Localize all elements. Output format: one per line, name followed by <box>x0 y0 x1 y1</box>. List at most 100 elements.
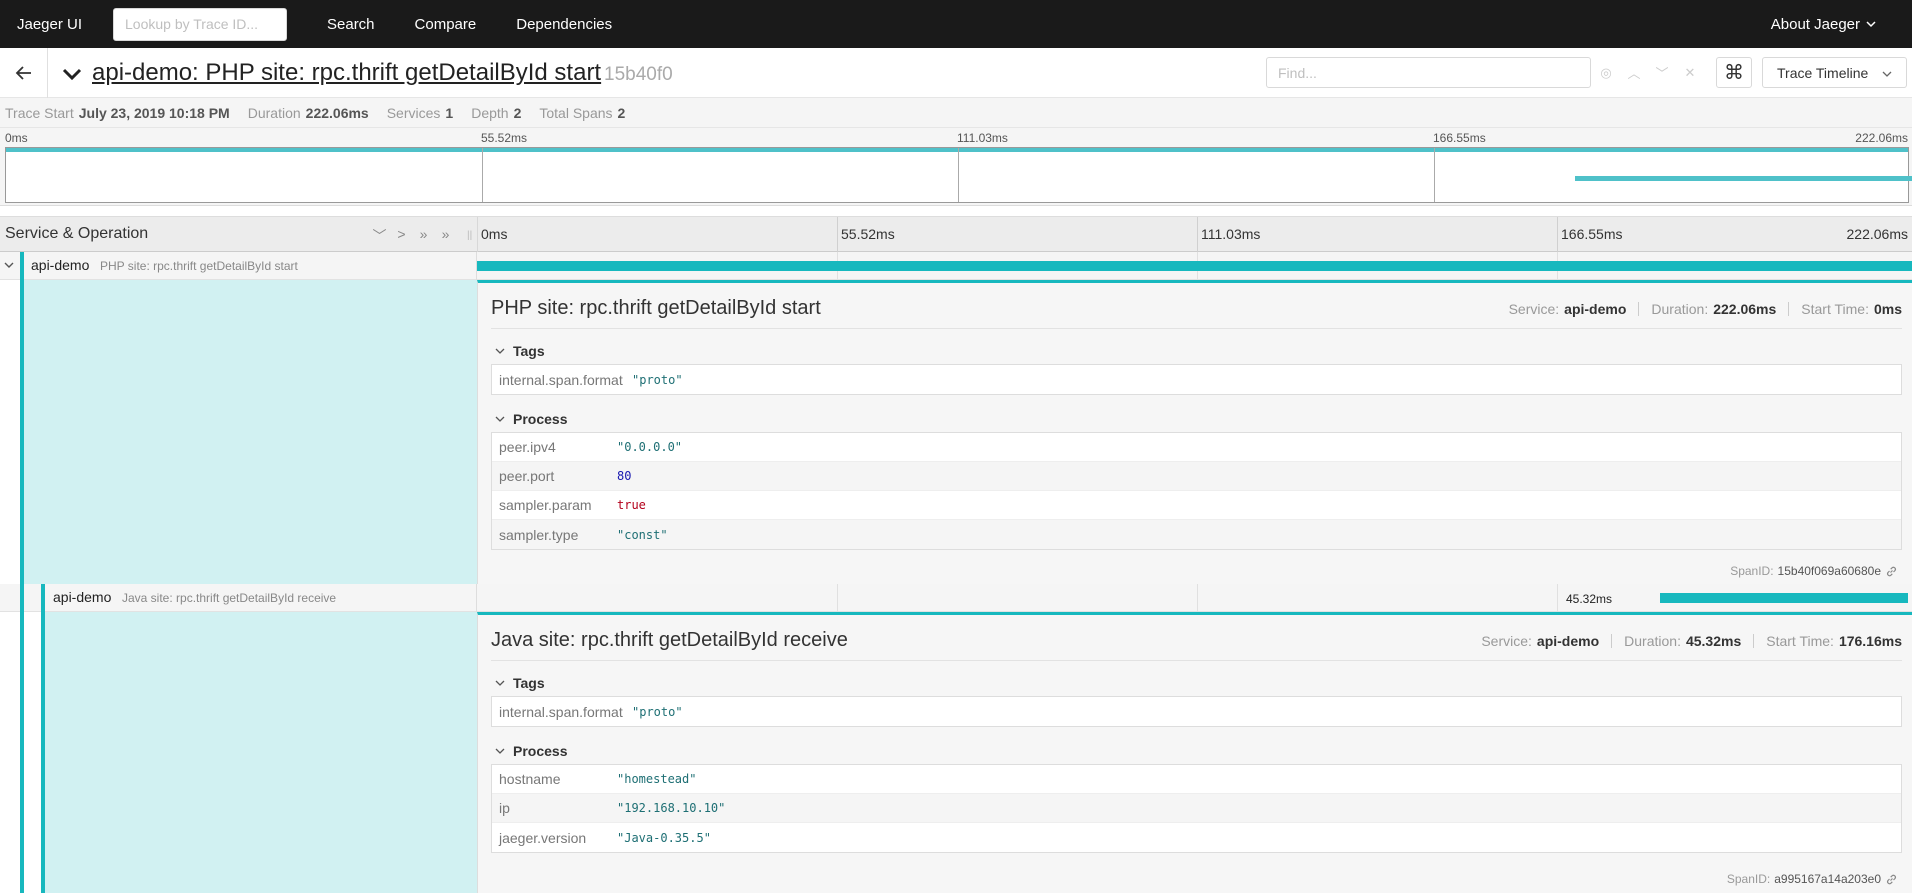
trace-title[interactable]: api-demo: PHP site: rpc.thrift getDetail… <box>92 59 601 87</box>
tags-section-toggle[interactable]: Tags <box>495 343 545 359</box>
span-id-value: a995167a14a203e0 <box>1774 872 1881 886</box>
span-detail-title: PHP site: rpc.thrift getDetailById start <box>491 297 821 319</box>
process-value: 80 <box>617 469 632 483</box>
link-icon[interactable] <box>1885 565 1898 578</box>
divider <box>1611 634 1613 648</box>
minimap-span-bar <box>1574 176 1912 181</box>
total-spans-value: 2 <box>617 104 626 121</box>
collapse-one-icon[interactable]: ﹀ <box>373 226 387 246</box>
span-id: SpanID: 15b40f069a60680e <box>1730 564 1898 578</box>
nav-search-link[interactable]: Search <box>327 16 375 33</box>
span-bar[interactable] <box>477 261 1912 271</box>
find-input[interactable]: Find... <box>1266 57 1591 88</box>
service-label: Service: <box>1481 633 1532 649</box>
process-key: ip <box>499 800 510 816</box>
keyboard-shortcuts-button[interactable]: ⌘ <box>1716 57 1752 88</box>
span-name-column[interactable]: api-demo PHP site: rpc.thrift getDetailB… <box>0 252 477 280</box>
tags-section-toggle[interactable]: Tags <box>495 675 545 691</box>
resize-handle-icon[interactable]: || <box>467 230 472 241</box>
timeline-tick: 0ms <box>481 226 508 242</box>
process-section-toggle[interactable]: Process <box>495 411 567 427</box>
trace-minimap[interactable]: 0ms 55.52ms 111.03ms 166.55ms 222.06ms <box>0 128 1912 206</box>
process-label: Process <box>513 411 568 427</box>
span-depth-accent <box>41 584 45 612</box>
span-row[interactable]: api-demo Java site: rpc.thrift getDetail… <box>0 584 1912 612</box>
chevron-down-icon[interactable] <box>3 259 15 271</box>
span-row[interactable]: api-demo PHP site: rpc.thrift getDetailB… <box>0 252 1912 280</box>
process-key: jaeger.version <box>499 829 587 846</box>
collapse-all-icon[interactable]: » <box>417 226 430 246</box>
duration-label: Duration: <box>1624 633 1681 649</box>
process-section-toggle[interactable]: Process <box>495 743 567 759</box>
span-duration-label: 45.32ms <box>1566 592 1613 606</box>
chevron-down-icon <box>495 348 505 354</box>
row-gridline <box>1197 584 1198 612</box>
process-table: peer.ipv4 "0.0.0.0" peer.port 80 sampler… <box>491 432 1902 550</box>
expand-all-icon[interactable]: » <box>439 226 452 246</box>
tags-label: Tags <box>513 343 545 359</box>
column-divider[interactable] <box>477 217 478 253</box>
chevron-down-icon <box>495 680 505 686</box>
brand-link[interactable]: Jaeger UI <box>17 16 113 33</box>
span-detail-title: Java site: rpc.thrift getDetailById rece… <box>491 629 848 651</box>
chevron-down-icon <box>495 416 505 422</box>
collapse-chevron-icon[interactable] <box>61 63 83 85</box>
minimap-canvas[interactable] <box>5 147 1912 203</box>
span-depth-accent <box>20 612 24 893</box>
row-gridline <box>837 584 838 612</box>
process-row: ip "192.168.10.10" <box>492 794 1901 823</box>
tag-key: internal.span.format <box>499 371 623 388</box>
span-id-value: 15b40f069a60680e <box>1777 564 1881 578</box>
timeline-tick: 111.03ms <box>1201 226 1261 242</box>
about-menu[interactable]: About Jaeger <box>1771 0 1876 48</box>
divider <box>1638 302 1640 316</box>
minimap-tick: 166.55ms <box>1433 131 1486 145</box>
span-detail: PHP site: rpc.thrift getDetailById start… <box>0 280 1912 584</box>
span-bar[interactable] <box>1660 593 1909 603</box>
find-placeholder: Find... <box>1278 64 1317 81</box>
process-row: jaeger.version "Java-0.35.5" <box>492 823 1901 852</box>
service-value: api-demo <box>1536 633 1600 649</box>
trace-id: 15b40f0 <box>604 64 673 85</box>
process-row: hostname "homestead" <box>492 765 1901 794</box>
process-value: "homestead" <box>617 772 697 786</box>
process-value: true <box>617 498 646 512</box>
divider <box>1788 302 1790 316</box>
top-nav: Jaeger UI Lookup by Trace ID... Search C… <box>0 0 1912 48</box>
timeline-tick: 166.55ms <box>1561 226 1623 242</box>
service-operation-header: Service & Operation <box>5 225 149 242</box>
span-service-name: api-demo <box>53 589 112 605</box>
span-detail-panel: PHP site: rpc.thrift getDetailById start… <box>477 280 1912 584</box>
minimap-tick: 222.06ms <box>1855 131 1908 145</box>
duration-label: Duration <box>247 104 301 121</box>
expand-one-icon[interactable]: > <box>395 226 408 246</box>
back-button[interactable] <box>0 48 48 98</box>
nav-compare-link[interactable]: Compare <box>415 16 477 33</box>
duration-value: 222.06ms <box>305 104 369 121</box>
process-value: "192.168.10.10" <box>617 801 726 815</box>
span-depth-accent <box>20 252 24 280</box>
timeline-gridline <box>1557 217 1558 253</box>
service-label: Service: <box>1508 301 1560 317</box>
process-key: peer.port <box>499 468 555 484</box>
locate-icon[interactable]: ◎ <box>1598 65 1614 81</box>
prev-match-icon[interactable]: ︿ <box>1626 65 1642 81</box>
clear-find-icon[interactable]: ✕ <box>1682 65 1698 81</box>
span-depth-accent <box>20 280 24 584</box>
trace-header: api-demo: PHP site: rpc.thrift getDetail… <box>0 48 1912 98</box>
link-icon[interactable] <box>1885 873 1898 886</box>
start-time-label: Start Time: <box>1801 301 1869 317</box>
trace-id-lookup-input[interactable]: Lookup by Trace ID... <box>113 7 287 41</box>
next-match-icon[interactable]: ﹀ <box>1654 65 1670 81</box>
start-time-label: Start Time: <box>1766 633 1834 649</box>
span-detail-gutter <box>41 612 477 893</box>
minimap-gridline <box>958 148 959 202</box>
service-value: api-demo <box>1564 301 1627 317</box>
span-name-column[interactable]: api-demo Java site: rpc.thrift getDetail… <box>0 584 477 612</box>
process-row: peer.port 80 <box>492 462 1901 491</box>
process-table: hostname "homestead" ip "192.168.10.10" … <box>491 764 1902 853</box>
process-value: "Java-0.35.5" <box>617 830 711 845</box>
minimap-tick: 0ms <box>5 131 28 145</box>
view-select[interactable]: Trace Timeline <box>1762 57 1907 88</box>
nav-dependencies-link[interactable]: Dependencies <box>516 16 612 33</box>
